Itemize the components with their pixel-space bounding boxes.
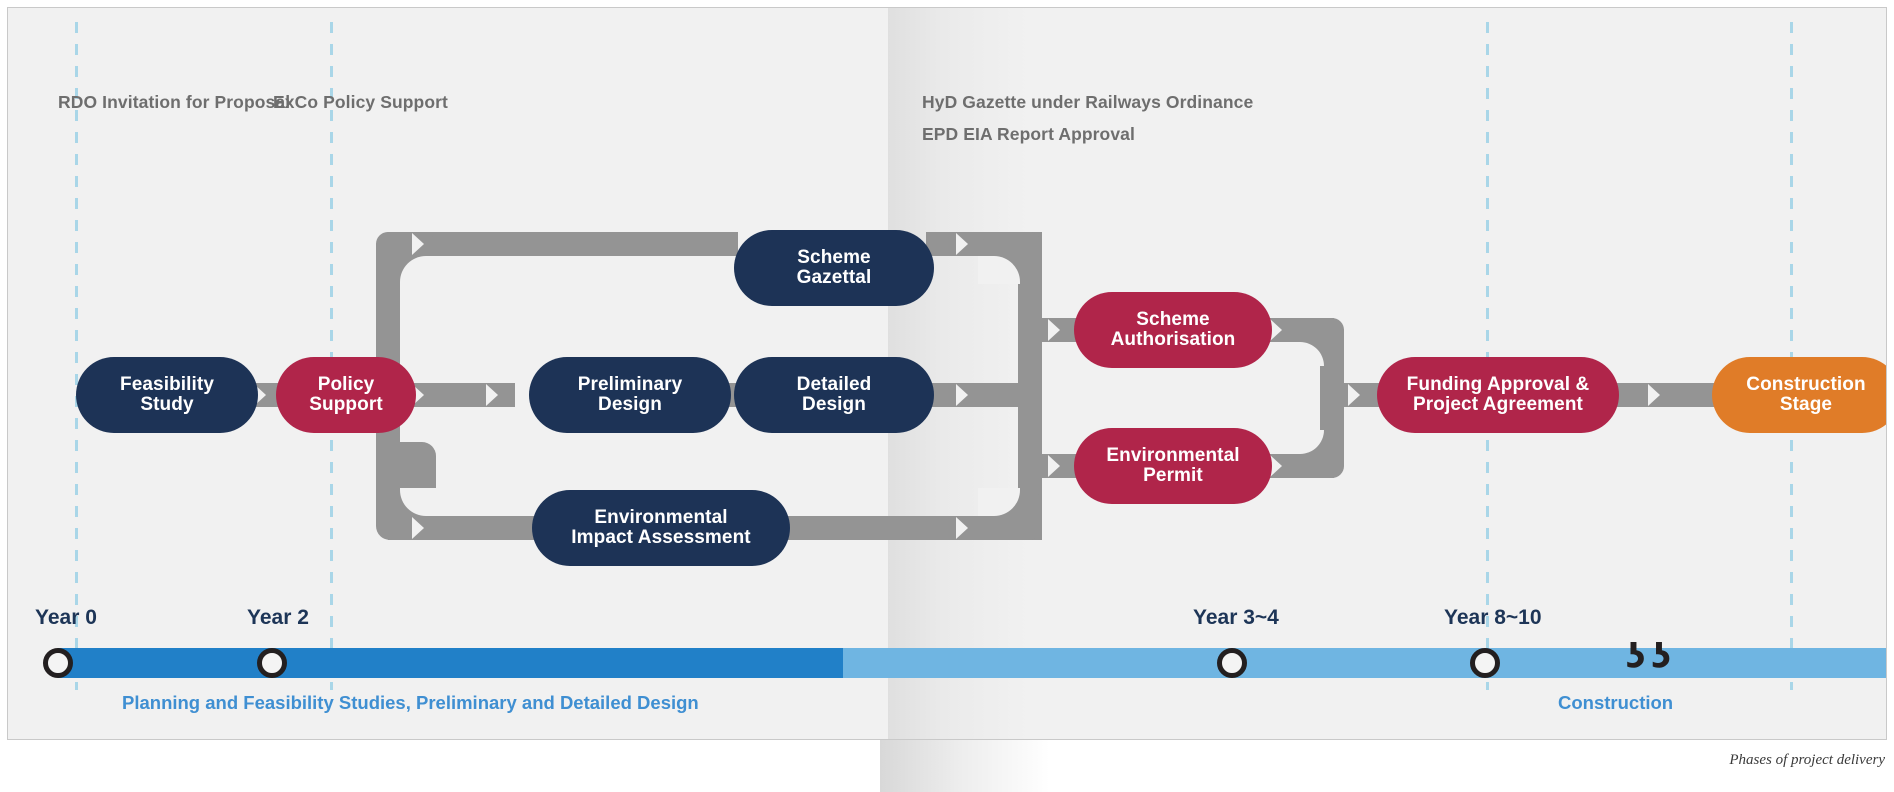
node-construction-stage[interactable]: Construction Stage [1712, 357, 1886, 433]
arrow-to-preliminary-design [486, 384, 498, 406]
node-preliminary-design[interactable]: Preliminary Design [529, 357, 731, 433]
node-label-line1: Environmental [1106, 444, 1240, 466]
node-label-line1: Feasibility [119, 373, 215, 395]
node-scheme-authorisation[interactable]: Scheme Authorisation [1074, 292, 1272, 368]
arrow-to-scheme-auth [1048, 319, 1060, 341]
node-scheme-gazettal[interactable]: Scheme Gazettal [734, 230, 934, 306]
node-label-line2: Design [598, 394, 662, 415]
node-label-line1: Environmental [594, 506, 728, 528]
diagram-panel: RDO Invitation for Proposal ExCo Policy … [7, 7, 1887, 740]
guide-line-year810 [1790, 22, 1793, 690]
node-label-line1: Policy [317, 373, 375, 395]
figure-caption: Phases of project delivery [1729, 752, 1885, 768]
page-fold-shading-bottom [880, 740, 1080, 792]
arrow-to-funding [1348, 384, 1360, 406]
arrow-to-scheme-gazettal [412, 233, 424, 255]
node-label-line2: Permit [1143, 465, 1203, 486]
node-label-line1: Scheme [797, 246, 871, 268]
node-label-line2: Support [309, 394, 383, 415]
guide-line-year2 [330, 22, 333, 690]
node-funding-approval-project-agreement[interactable]: Funding Approval & Project Agreement [1377, 357, 1619, 433]
node-label-line1: Scheme [1136, 308, 1210, 330]
arrow-detailed-out [956, 384, 968, 406]
timeline-label-year34: Year 3~4 [1193, 606, 1279, 629]
node-label-line1: Funding Approval & [1406, 373, 1590, 395]
guide-line-year0 [75, 22, 78, 690]
annotation-hyd-gazette: HyD Gazette under Railways Ordinance [922, 92, 1254, 112]
annotation-epd-eia-approval: EPD EIA Report Approval [922, 124, 1135, 144]
connector-funding-to-construction [1612, 383, 1722, 407]
node-label-line2: Impact Assessment [571, 527, 751, 548]
timeline-phase-label-planning: Planning and Feasibility Studies, Prelim… [122, 692, 699, 713]
arrow-gazettal-out [956, 233, 968, 255]
node-label-line2: Stage [1779, 394, 1833, 415]
timeline-segment-planning [58, 648, 843, 678]
node-label-line2: Design [802, 394, 866, 415]
timeline-label-year2: Year 2 [247, 606, 309, 629]
node-environmental-permit[interactable]: Environmental Permit [1074, 428, 1272, 504]
node-feasibility-study[interactable]: Feasibility Study [76, 357, 258, 433]
node-label-line1: Construction [1746, 373, 1866, 395]
timeline-phase-label-construction: Construction [1558, 692, 1674, 713]
timeline-segment-construction [843, 648, 1886, 678]
annotation-rdo-invitation: RDO Invitation for Proposal [58, 92, 291, 112]
timeline-dot-year2[interactable] [257, 648, 287, 678]
node-label-line2: Authorisation [1110, 329, 1236, 350]
node-label-line2: Gazettal [796, 267, 872, 288]
arrow-eia-out [956, 517, 968, 539]
annotation-exco-policy-support: ExCo Policy Support [273, 92, 448, 112]
timeline-label-year810: Year 8~10 [1444, 606, 1542, 629]
arrow-to-eia [412, 517, 424, 539]
timeline-dot-year0[interactable] [43, 648, 73, 678]
node-label-line2: Study [140, 394, 194, 415]
timeline-break-mark: ʖʖ [1626, 637, 1677, 677]
node-label-line1: Detailed [796, 373, 872, 395]
arrow-to-env-permit [1048, 455, 1060, 477]
node-detailed-design[interactable]: Detailed Design [734, 357, 934, 433]
node-policy-support[interactable]: Policy Support [276, 357, 416, 433]
timeline-dot-year810[interactable] [1470, 648, 1500, 678]
arrow-to-construction [1648, 384, 1660, 406]
connector-policy-to-split [410, 383, 515, 407]
node-environmental-impact-assessment[interactable]: Environmental Impact Assessment [532, 490, 790, 566]
timeline-label-year0: Year 0 [35, 606, 97, 629]
node-label-line1: Preliminary [577, 373, 683, 395]
node-label-line2: Project Agreement [1413, 394, 1583, 415]
guide-line-year34 [1486, 22, 1489, 690]
figure-container: RDO Invitation for Proposal ExCo Policy … [0, 0, 1894, 792]
timeline-dot-year34[interactable] [1217, 648, 1247, 678]
connector-split-top-branch [388, 232, 738, 256]
